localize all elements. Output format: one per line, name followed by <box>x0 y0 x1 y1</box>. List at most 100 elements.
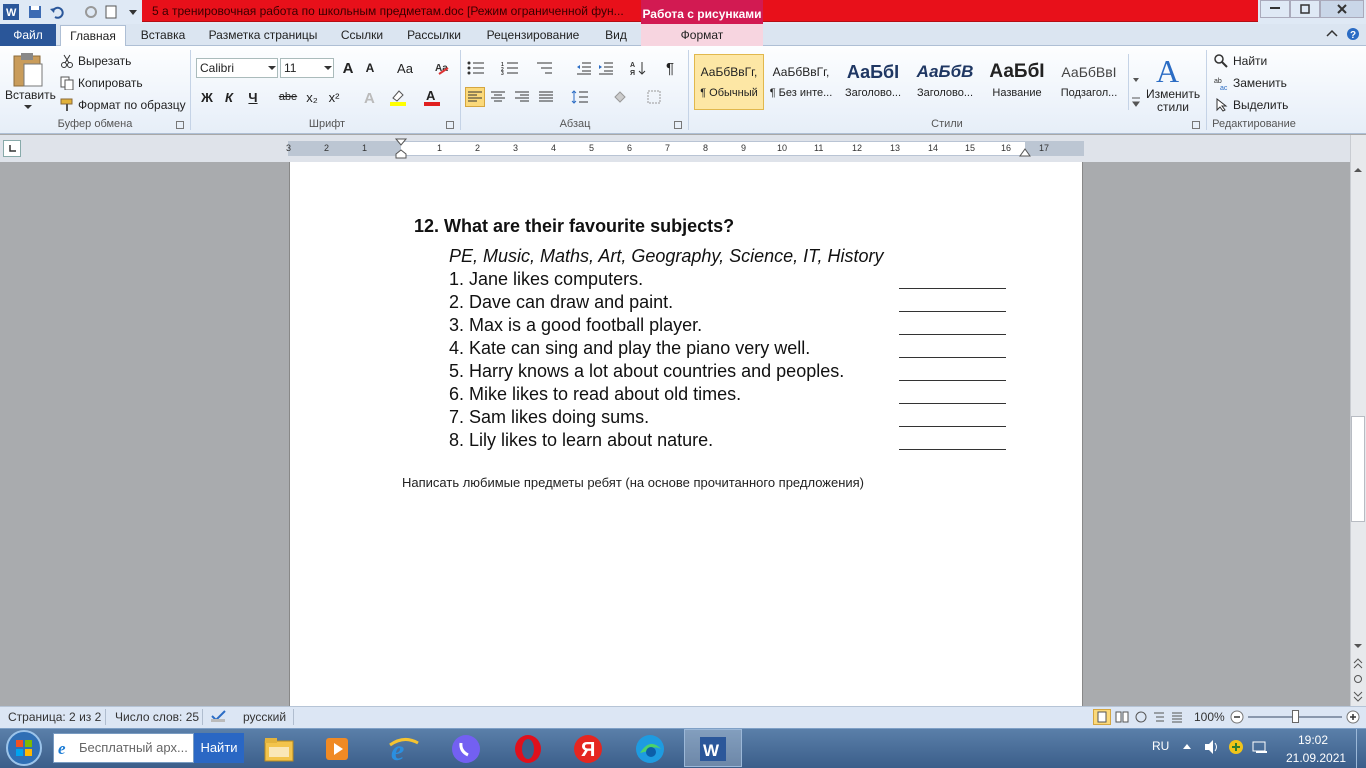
style-normal[interactable]: АаБбВвГг, ¶ Обычный <box>694 54 764 110</box>
tab-selector[interactable] <box>3 140 21 157</box>
find-button[interactable]: Найти <box>1233 54 1267 68</box>
change-styles-button[interactable]: Изменить стили <box>1146 88 1200 114</box>
paste-button[interactable]: Вставить <box>5 88 56 102</box>
select-browse-object-icon[interactable] <box>1353 674 1363 684</box>
internet-explorer-icon[interactable]: e <box>378 731 430 766</box>
find-icon[interactable] <box>1214 54 1228 68</box>
help-icon[interactable]: ? <box>1346 27 1360 41</box>
paragraph-launcher-icon[interactable] <box>674 121 682 129</box>
start-button[interactable] <box>4 729 44 767</box>
search-button[interactable]: Найти <box>194 733 244 763</box>
file-explorer-icon[interactable] <box>253 731 305 766</box>
network-status-icon[interactable] <box>1228 739 1244 755</box>
yandex-browser-icon[interactable]: Я <box>562 731 614 766</box>
underline-button[interactable]: Ч <box>243 87 263 107</box>
style-no-spacing[interactable]: АаБбВвГг, ¶ Без инте... <box>766 54 836 110</box>
minimize-button[interactable] <box>1260 0 1290 18</box>
format-painter-button[interactable]: Формат по образцу <box>78 98 186 112</box>
select-icon[interactable] <box>1216 98 1228 112</box>
clipboard-launcher-icon[interactable] <box>176 121 184 129</box>
tab-review[interactable]: Рецензирование <box>478 24 588 46</box>
paste-icon[interactable] <box>10 52 46 88</box>
close-button[interactable] <box>1320 0 1364 18</box>
word-count[interactable]: Число слов: 25 <box>115 710 199 724</box>
sort-icon[interactable]: AЯ <box>628 58 648 78</box>
copy-icon[interactable] <box>60 76 74 90</box>
font-color-icon[interactable]: A <box>422 87 442 107</box>
cut-icon[interactable] <box>60 54 74 68</box>
bullets-icon[interactable] <box>466 58 486 78</box>
multilevel-list-icon[interactable] <box>534 58 554 78</box>
zoom-out-icon[interactable] <box>1230 710 1244 724</box>
zoom-in-icon[interactable] <box>1346 710 1360 724</box>
scroll-up-icon[interactable] <box>1353 166 1363 174</box>
tab-file[interactable]: Файл <box>0 24 56 46</box>
show-desktop-button[interactable] <box>1356 729 1366 768</box>
align-right-icon[interactable] <box>512 87 532 107</box>
strikethrough-button[interactable]: abe <box>278 87 298 107</box>
zoom-level[interactable]: 100% <box>1194 710 1225 724</box>
first-line-indent-marker[interactable] <box>395 138 407 160</box>
font-name-dropdown-icon[interactable] <box>268 65 276 71</box>
volume-icon[interactable] <box>1203 739 1221 755</box>
tab-mailings[interactable]: Рассылки <box>398 24 470 46</box>
tab-page-layout[interactable]: Разметка страницы <box>200 24 326 46</box>
clear-formatting-icon[interactable]: Aa <box>432 58 452 78</box>
line-spacing-icon[interactable] <box>570 87 590 107</box>
word-app-icon[interactable]: W <box>2 3 20 21</box>
show-marks-icon[interactable]: ¶ <box>660 58 680 78</box>
format-painter-icon[interactable] <box>60 98 74 112</box>
proofing-icon[interactable] <box>210 709 228 723</box>
outline-view-icon[interactable] <box>1152 710 1166 724</box>
tab-insert[interactable]: Вставка <box>134 24 192 46</box>
customize-qat-icon[interactable] <box>124 3 142 21</box>
style-heading-1[interactable]: АаБбІ Заголово... <box>838 54 908 110</box>
styles-scroll[interactable] <box>1128 54 1142 110</box>
draft-view-icon[interactable] <box>1170 710 1184 724</box>
align-left-icon[interactable] <box>465 87 485 107</box>
language-indicator[interactable]: русский <box>243 710 286 724</box>
replace-button[interactable]: Заменить <box>1233 76 1287 90</box>
zoom-slider-thumb[interactable] <box>1292 710 1299 723</box>
edge-icon[interactable] <box>624 731 676 766</box>
new-document-icon[interactable] <box>102 3 120 21</box>
replace-icon[interactable]: ab ac <box>1214 76 1230 90</box>
paste-dropdown-icon[interactable] <box>24 104 32 110</box>
italic-button[interactable]: К <box>219 87 239 107</box>
full-screen-reading-icon[interactable] <box>1115 710 1129 724</box>
print-layout-view-icon[interactable] <box>1093 709 1111 725</box>
font-size-dropdown-icon[interactable] <box>324 65 332 71</box>
clock-date[interactable]: 21.09.2021 <box>1286 751 1346 765</box>
viber-icon[interactable] <box>440 731 492 766</box>
minimize-ribbon-icon[interactable] <box>1326 28 1338 38</box>
highlight-icon[interactable] <box>388 87 408 107</box>
redo-icon[interactable] <box>82 3 100 21</box>
save-icon[interactable] <box>26 3 44 21</box>
show-hidden-icons-icon[interactable] <box>1182 742 1192 750</box>
input-language[interactable]: RU <box>1152 739 1169 753</box>
bold-button[interactable]: Ж <box>197 87 217 107</box>
tab-view[interactable]: Вид <box>596 24 636 46</box>
numbering-icon[interactable]: 123 <box>500 58 520 78</box>
tab-home[interactable]: Главная <box>60 25 126 47</box>
text-effects-icon[interactable]: A <box>360 87 380 107</box>
grow-font-button[interactable]: A <box>338 58 358 78</box>
clock-time[interactable]: 19:02 <box>1298 733 1328 747</box>
change-styles-icon[interactable]: A <box>1152 52 1190 88</box>
opera-icon[interactable] <box>502 731 554 766</box>
increase-indent-icon[interactable] <box>596 58 616 78</box>
copy-button[interactable]: Копировать <box>78 76 143 90</box>
align-center-icon[interactable] <box>488 87 508 107</box>
cut-button[interactable]: Вырезать <box>78 54 131 68</box>
select-button[interactable]: Выделить <box>1233 98 1288 112</box>
tab-references[interactable]: Ссылки <box>334 24 390 46</box>
change-case-button[interactable]: Aa <box>392 58 418 78</box>
styles-launcher-icon[interactable] <box>1192 121 1200 129</box>
next-page-icon[interactable] <box>1353 690 1363 702</box>
superscript-button[interactable]: x² <box>324 87 344 107</box>
justify-icon[interactable] <box>536 87 556 107</box>
subscript-button[interactable]: x₂ <box>302 87 322 107</box>
right-indent-marker[interactable] <box>1019 146 1031 158</box>
tab-format[interactable]: Формат <box>641 24 763 46</box>
style-heading-2[interactable]: АаБбВ Заголово... <box>910 54 980 110</box>
